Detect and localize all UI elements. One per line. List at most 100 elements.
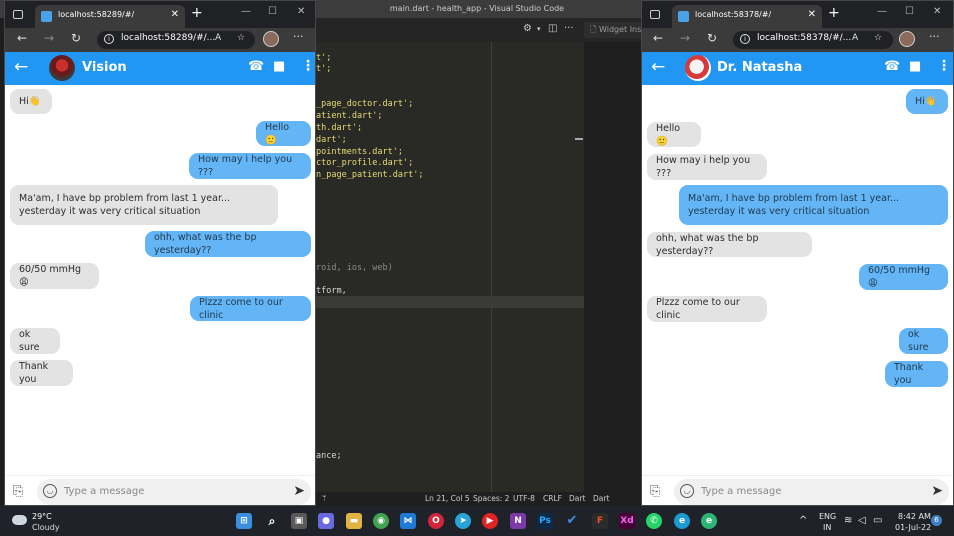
chat-message-list[interactable]: Hi👋 Hello 🙂 How may i help you ??? Ma'am…: [642, 85, 953, 475]
code-line: th.dart';: [316, 123, 363, 133]
message-bubble-incoming: Thank you: [10, 360, 73, 386]
windows-taskbar: 29°C Cloudy ⊞ ⌕ ▣ ● ▬ ◉ ⋈ O ➤ ▶ N Ps ✔ F…: [0, 506, 954, 536]
figma-icon[interactable]: F: [592, 513, 608, 529]
send-icon[interactable]: ➤: [931, 483, 943, 499]
file-explorer-icon[interactable]: ▬: [346, 513, 362, 529]
read-aloud-icon[interactable]: A: [215, 33, 221, 43]
more-options-icon[interactable]: ⋮: [301, 58, 315, 74]
message-bubble-incoming: Plzzz come to our clinic: [647, 296, 767, 322]
profile-avatar[interactable]: [899, 31, 915, 47]
attach-icon[interactable]: ⎘: [650, 484, 660, 499]
chrome-icon[interactable]: ◉: [373, 513, 389, 529]
favorite-icon[interactable]: ☆: [874, 33, 882, 43]
back-arrow-icon[interactable]: ←: [651, 57, 665, 77]
attach-icon[interactable]: ⎘: [13, 484, 23, 499]
phone-icon[interactable]: ☎: [248, 59, 264, 75]
status-encoding[interactable]: UTF-8: [513, 492, 535, 506]
adobe-xd-icon[interactable]: Xd: [619, 513, 635, 529]
refresh-icon[interactable]: ↻: [71, 31, 81, 45]
whatsapp-icon[interactable]: ✆: [646, 513, 662, 529]
tab-actions-icon[interactable]: [650, 10, 660, 19]
branch-icon[interactable]: ᛘ: [322, 492, 327, 506]
back-arrow-icon[interactable]: ←: [14, 57, 28, 77]
input-placeholder: Type a message: [64, 486, 145, 497]
browser-menu-icon[interactable]: ···: [293, 30, 304, 43]
maximize-icon[interactable]: ☐: [268, 6, 277, 17]
status-language[interactable]: Dart: [569, 492, 585, 506]
chat-app-icon[interactable]: ●: [318, 513, 334, 529]
favorite-icon[interactable]: ☆: [237, 33, 245, 43]
chat-message-list[interactable]: Hi👋 Hello 🙂 How may i help you ??? Ma'am…: [5, 85, 315, 475]
send-icon[interactable]: ➤: [293, 483, 305, 499]
language-indicator[interactable]: ENG: [819, 512, 836, 521]
status-eol[interactable]: CRLF: [543, 492, 562, 506]
back-nav-icon[interactable]: ←: [653, 31, 663, 45]
contact-avatar[interactable]: [49, 55, 75, 81]
cloud-icon[interactable]: [12, 515, 27, 525]
refresh-icon[interactable]: ↻: [707, 31, 717, 45]
telegram-icon[interactable]: ➤: [455, 513, 471, 529]
chevron-up-icon[interactable]: ^: [799, 515, 807, 526]
status-position[interactable]: Ln 21, Col 5: [425, 492, 470, 506]
maximize-icon[interactable]: ☐: [905, 6, 914, 17]
emoji-icon[interactable]: ◡: [43, 484, 57, 498]
video-call-icon[interactable]: ■: [273, 59, 285, 75]
browser-tab[interactable]: localhost:58378/#/ ✕: [672, 5, 822, 28]
minimize-icon[interactable]: —: [877, 6, 887, 17]
chevron-down-icon[interactable]: ▾: [537, 25, 541, 33]
edge-icon[interactable]: e: [674, 513, 690, 529]
clock-date[interactable]: 01-Jul-22: [895, 523, 931, 532]
weather-desc[interactable]: Cloudy: [32, 523, 60, 532]
clock-time[interactable]: 8:42 AM: [898, 512, 931, 521]
task-view-icon[interactable]: ▣: [291, 513, 307, 529]
video-call-icon[interactable]: ■: [909, 59, 921, 75]
more-actions-icon[interactable]: ···: [564, 23, 574, 34]
forward-nav-icon[interactable]: →: [44, 31, 54, 45]
new-tab-icon[interactable]: +: [828, 5, 840, 21]
message-input[interactable]: ◡ Type a message ➤: [37, 479, 311, 505]
vscode-icon[interactable]: ⋈: [400, 513, 416, 529]
edge-dev-icon[interactable]: e: [701, 513, 717, 529]
onenote-icon[interactable]: N: [510, 513, 526, 529]
info-icon[interactable]: i: [740, 34, 750, 44]
close-window-icon[interactable]: ✕: [933, 6, 941, 17]
region-indicator[interactable]: IN: [823, 523, 831, 532]
notification-badge[interactable]: 6: [931, 515, 942, 526]
new-tab-icon[interactable]: +: [191, 5, 203, 21]
minimize-icon[interactable]: —: [241, 6, 251, 17]
youtube-music-icon[interactable]: ▶: [482, 513, 498, 529]
emoji-icon[interactable]: ◡: [680, 484, 694, 498]
contact-avatar[interactable]: [685, 55, 711, 81]
back-nav-icon[interactable]: ←: [17, 31, 27, 45]
weather-temp[interactable]: 29°C: [32, 512, 52, 521]
wifi-icon[interactable]: ≋: [844, 515, 852, 526]
photoshop-icon[interactable]: Ps: [537, 513, 553, 529]
input-placeholder: Type a message: [701, 486, 782, 497]
message-input[interactable]: ◡ Type a message ➤: [674, 479, 949, 505]
browser-menu-icon[interactable]: ···: [929, 30, 940, 43]
browser-tab[interactable]: localhost:58289/#/ ✕: [35, 5, 185, 28]
tab-actions-icon[interactable]: [13, 10, 23, 19]
battery-icon[interactable]: ▭: [873, 515, 882, 526]
opera-icon[interactable]: O: [428, 513, 444, 529]
phone-icon[interactable]: ☎: [884, 59, 900, 75]
forward-nav-icon[interactable]: →: [680, 31, 690, 45]
close-tab-icon[interactable]: ✕: [171, 9, 179, 21]
close-window-icon[interactable]: ✕: [297, 6, 305, 17]
close-tab-icon[interactable]: ✕: [808, 9, 816, 21]
message-bubble-outgoing: How may i help you ???: [189, 153, 311, 179]
widget-inspector-tab[interactable]: 🗋 Widget Ins: [584, 22, 641, 38]
volume-icon[interactable]: ◁: [858, 515, 866, 526]
status-spaces[interactable]: Spaces: 2: [473, 492, 509, 506]
start-menu-icon[interactable]: ⊞: [236, 513, 252, 529]
url-field[interactable]: i localhost:58378/#/... A ☆: [733, 31, 893, 49]
search-icon[interactable]: ⌕: [264, 513, 280, 529]
todo-check-icon[interactable]: ✔: [564, 513, 580, 529]
split-editor-icon[interactable]: ◫: [548, 23, 557, 34]
more-options-icon[interactable]: ⋮: [937, 58, 951, 74]
run-debug-icon[interactable]: ⚙: [523, 23, 532, 34]
url-field[interactable]: i localhost:58289/#/... A ☆: [97, 31, 255, 49]
read-aloud-icon[interactable]: A: [852, 33, 858, 43]
info-icon[interactable]: i: [104, 34, 114, 44]
profile-avatar[interactable]: [263, 31, 279, 47]
